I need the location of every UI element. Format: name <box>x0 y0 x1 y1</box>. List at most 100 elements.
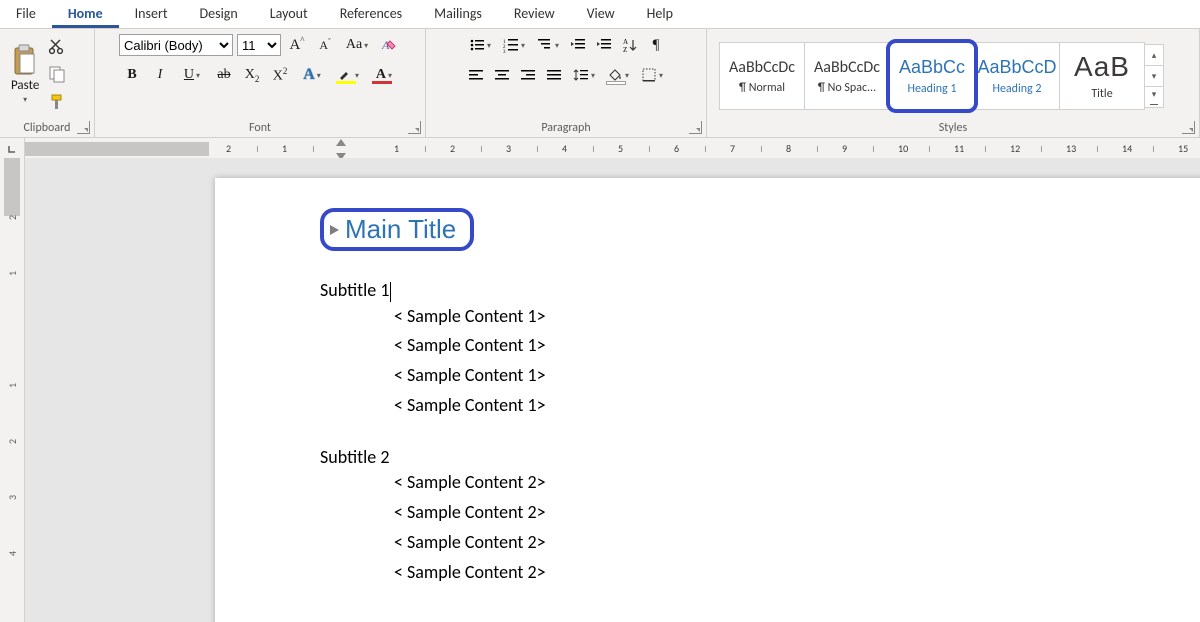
style-preview: AaBbCcD <box>977 57 1056 78</box>
tab-mailings[interactable]: Mailings <box>418 1 498 28</box>
style--no-spac-[interactable]: AaBbCcDc¶ No Spac... <box>804 42 890 110</box>
style-preview: AaBbCc <box>899 57 965 78</box>
horizontal-ruler[interactable]: 21123456789101112131415 <box>25 138 1200 160</box>
vruler-number: 3 <box>6 495 19 500</box>
borders-button[interactable] <box>636 63 668 87</box>
font-size-combo[interactable]: 11 <box>237 34 281 56</box>
clipboard-launcher[interactable] <box>77 121 90 134</box>
content-line[interactable]: < Sample Content 2> <box>394 558 546 588</box>
tab-view[interactable]: View <box>571 1 631 28</box>
style-title[interactable]: AaBTitle <box>1059 42 1145 110</box>
ribbon: Paste ▾ <box>0 29 1200 138</box>
subtitle[interactable]: Subtitle 2 <box>320 446 546 468</box>
bold-button[interactable]: B <box>120 63 144 87</box>
paste-button[interactable]: Paste ▾ <box>6 41 44 108</box>
increase-indent-button[interactable] <box>592 33 616 57</box>
content-line[interactable]: < Sample Content 1> <box>394 331 546 361</box>
group-styles-label: Styles <box>939 121 967 135</box>
group-paragraph: 123 AZ ¶ <box>426 29 707 137</box>
tab-insert[interactable]: Insert <box>119 1 184 28</box>
bullets-button[interactable] <box>464 33 496 57</box>
content-line[interactable]: < Sample Content 1> <box>394 361 546 391</box>
align-left-button[interactable] <box>464 63 488 87</box>
copy-button[interactable] <box>48 65 66 87</box>
paragraph-launcher[interactable] <box>689 121 702 134</box>
collapse-triangle-icon[interactable] <box>330 225 339 235</box>
format-painter-button[interactable] <box>48 93 66 115</box>
tab-layout[interactable]: Layout <box>254 1 324 28</box>
outdent-icon <box>570 37 586 53</box>
tab-help[interactable]: Help <box>631 1 689 28</box>
ruler-number: 2 <box>226 142 231 155</box>
styles-scroll-button[interactable]: ▴ <box>1145 45 1163 66</box>
grow-font-button[interactable]: A^ <box>285 33 309 57</box>
shrink-font-button[interactable]: Aˇ <box>313 33 337 57</box>
superscript-button[interactable]: X2 <box>268 63 292 87</box>
styles-launcher[interactable] <box>1182 121 1195 134</box>
align-right-button[interactable] <box>516 63 540 87</box>
tab-home[interactable]: Home <box>52 1 119 28</box>
style--normal[interactable]: AaBbCcDc¶ Normal <box>719 42 805 110</box>
group-clipboard: Paste ▾ <box>0 29 95 137</box>
tab-file[interactable]: File <box>8 1 52 28</box>
decrease-indent-button[interactable] <box>566 33 590 57</box>
content-line[interactable]: < Sample Content 2> <box>394 468 546 498</box>
svg-text:Z: Z <box>623 46 627 53</box>
style-preview: AaB <box>1074 51 1130 83</box>
content-line[interactable]: < Sample Content 2> <box>394 498 546 528</box>
content-line[interactable]: < Sample Content 1> <box>394 302 546 332</box>
numbering-button[interactable]: 123 <box>498 33 530 57</box>
group-paragraph-label: Paragraph <box>541 121 590 135</box>
scissors-icon <box>48 37 66 55</box>
style-heading-1[interactable]: AaBbCc Heading 1 <box>889 42 975 110</box>
document-canvas[interactable]: Main TitleSubtitle 1< Sample Content 1><… <box>25 158 1200 622</box>
vertical-ruler[interactable]: 211234 <box>0 158 25 622</box>
eraser-a-icon: A <box>381 37 397 53</box>
content-line[interactable]: < Sample Content 1> <box>394 391 546 421</box>
ruler-number: 12 <box>1010 142 1020 155</box>
italic-button[interactable]: I <box>148 63 172 87</box>
tab-design[interactable]: Design <box>184 1 254 28</box>
style-name: Heading 1 <box>907 82 956 96</box>
tab-selector-icon[interactable] <box>7 144 17 154</box>
line-spacing-button[interactable] <box>568 63 600 87</box>
subscript-button[interactable]: X2 <box>240 63 264 87</box>
copy-icon <box>48 65 66 83</box>
tab-references[interactable]: References <box>324 1 418 28</box>
align-left-icon <box>468 67 484 83</box>
font-launcher[interactable] <box>408 121 421 134</box>
show-marks-button[interactable]: ¶ <box>644 33 668 57</box>
subtitle[interactable]: Subtitle 1 <box>320 279 546 302</box>
cut-button[interactable] <box>48 37 66 59</box>
strikethrough-button[interactable]: ab <box>212 63 236 87</box>
shading-button[interactable] <box>602 63 634 87</box>
multilevel-icon <box>537 37 553 53</box>
styles-scroll-button[interactable]: ▾ <box>1145 66 1163 87</box>
content-line[interactable]: < Sample Content 2> <box>394 528 546 558</box>
underline-button[interactable]: U <box>176 63 208 87</box>
align-center-button[interactable] <box>490 63 514 87</box>
borders-icon <box>641 67 657 83</box>
style-name: ¶ No Spac... <box>818 81 876 95</box>
ruler-number: 9 <box>842 142 847 155</box>
group-font: Calibri (Body) 11 A^ Aˇ Aa A <box>95 29 426 137</box>
tab-review[interactable]: Review <box>498 1 571 28</box>
multilevel-list-button[interactable] <box>532 33 564 57</box>
styles-more-button[interactable]: ▾ <box>1145 87 1163 107</box>
font-name-combo[interactable]: Calibri (Body) <box>119 34 233 56</box>
sort-icon: AZ <box>622 37 638 53</box>
sort-button[interactable]: AZ <box>618 33 642 57</box>
justify-button[interactable] <box>542 63 566 87</box>
highlight-button[interactable] <box>332 63 364 87</box>
style-heading-2[interactable]: AaBbCcDHeading 2 <box>974 42 1060 110</box>
change-case-button[interactable]: Aa <box>341 33 373 57</box>
clear-formatting-button[interactable]: A <box>377 33 401 57</box>
page: Main TitleSubtitle 1< Sample Content 1><… <box>215 178 1200 622</box>
group-font-label: Font <box>249 121 271 135</box>
style-preview: AaBbCcDc <box>729 58 795 77</box>
paste-dropdown-icon[interactable]: ▾ <box>23 95 27 105</box>
font-color-button[interactable]: A <box>368 63 400 87</box>
heading-main-title[interactable]: Main Title <box>345 214 456 245</box>
paste-label: Paste <box>11 78 39 93</box>
text-effects-button[interactable]: A <box>296 63 328 87</box>
